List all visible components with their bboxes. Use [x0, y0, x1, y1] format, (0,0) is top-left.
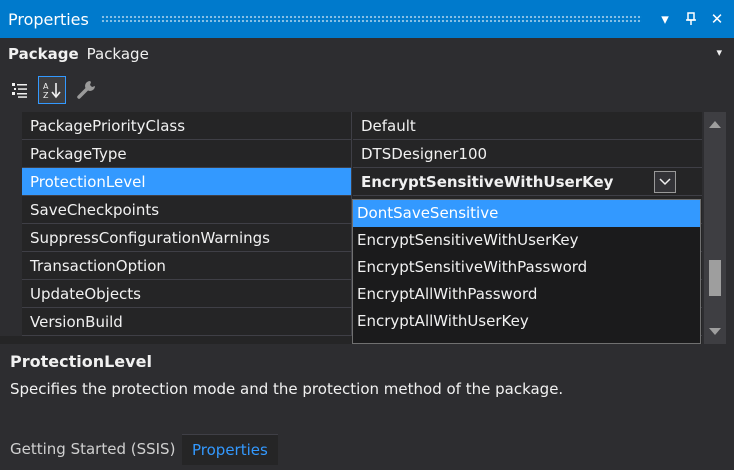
chevron-down-icon: ▾: [661, 10, 669, 28]
property-row-selected[interactable]: ProtectionLevel EncryptSensitiveWithUser…: [0, 168, 702, 196]
vertical-scrollbar[interactable]: [704, 112, 726, 344]
close-icon: ✕: [710, 10, 724, 28]
property-name: SaveCheckpoints: [22, 196, 352, 224]
property-name: TransactionOption: [22, 252, 352, 280]
description-panel: ProtectionLevel Specifies the protection…: [0, 346, 734, 430]
window-menu-button[interactable]: ▾: [652, 6, 678, 32]
pin-button[interactable]: [678, 6, 704, 32]
protection-level-dropdown: DontSaveSensitive EncryptSensitiveWithUs…: [352, 199, 701, 344]
description-title: ProtectionLevel: [10, 352, 152, 371]
description-text: Specifies the protection mode and the pr…: [10, 380, 564, 398]
triangle-up-icon: [709, 121, 721, 128]
combo-dropdown-button[interactable]: [654, 171, 676, 193]
property-value-combo[interactable]: EncryptSensitiveWithUserKey: [353, 168, 702, 196]
object-type: Package: [86, 45, 149, 63]
dropdown-option[interactable]: EncryptSensitiveWithPassword: [353, 254, 700, 281]
drag-grip[interactable]: [100, 15, 642, 23]
alphabetical-button[interactable]: A Z: [38, 76, 66, 104]
wrench-icon: [77, 81, 95, 99]
scrollbar-thumb[interactable]: [709, 260, 721, 296]
object-name: Package: [8, 45, 79, 63]
categorized-button[interactable]: [6, 76, 34, 104]
property-value[interactable]: DTSDesigner100: [353, 140, 702, 168]
property-name: PackageType: [22, 140, 352, 168]
scroll-down-button[interactable]: [704, 322, 726, 342]
properties-window-titlebar: Properties ▾ ✕: [0, 0, 734, 38]
scroll-up-button[interactable]: [704, 114, 726, 134]
categorized-icon: [12, 83, 27, 98]
property-row[interactable]: PackageType DTSDesigner100: [0, 140, 702, 168]
property-value[interactable]: Default: [353, 112, 702, 140]
window-title: Properties: [8, 9, 89, 29]
dropdown-option-highlighted[interactable]: DontSaveSensitive: [353, 200, 700, 227]
dropdown-option[interactable]: EncryptSensitiveWithUserKey: [353, 227, 700, 254]
dropdown-option[interactable]: EncryptAllWithUserKey: [353, 308, 700, 335]
alphabetical-sort-icon: A Z: [43, 82, 61, 100]
property-name: UpdateObjects: [22, 280, 352, 308]
dropdown-option[interactable]: EncryptAllWithPassword: [353, 281, 700, 308]
svg-text:Z: Z: [43, 91, 49, 100]
pin-icon: [686, 12, 696, 25]
property-name: ProtectionLevel: [22, 168, 352, 196]
properties-toolbar: A Z: [0, 72, 734, 108]
tab-properties[interactable]: Properties: [182, 434, 278, 465]
property-row[interactable]: PackagePriorityClass Default: [0, 112, 702, 140]
chevron-down-icon: [659, 178, 671, 186]
close-button[interactable]: ✕: [704, 6, 730, 32]
chevron-down-icon[interactable]: ▾: [716, 46, 722, 59]
property-name: PackagePriorityClass: [22, 112, 352, 140]
triangle-down-icon: [709, 328, 721, 335]
property-name: SuppressConfigurationWarnings: [22, 224, 352, 252]
property-pages-button[interactable]: [72, 76, 100, 104]
bottom-tab-strip: Getting Started (SSIS) Properties: [0, 432, 734, 470]
property-name: VersionBuild: [22, 308, 352, 336]
tab-getting-started[interactable]: Getting Started (SSIS): [0, 434, 187, 464]
object-selector[interactable]: Package Package ▾: [0, 38, 734, 70]
svg-text:A: A: [43, 82, 49, 91]
